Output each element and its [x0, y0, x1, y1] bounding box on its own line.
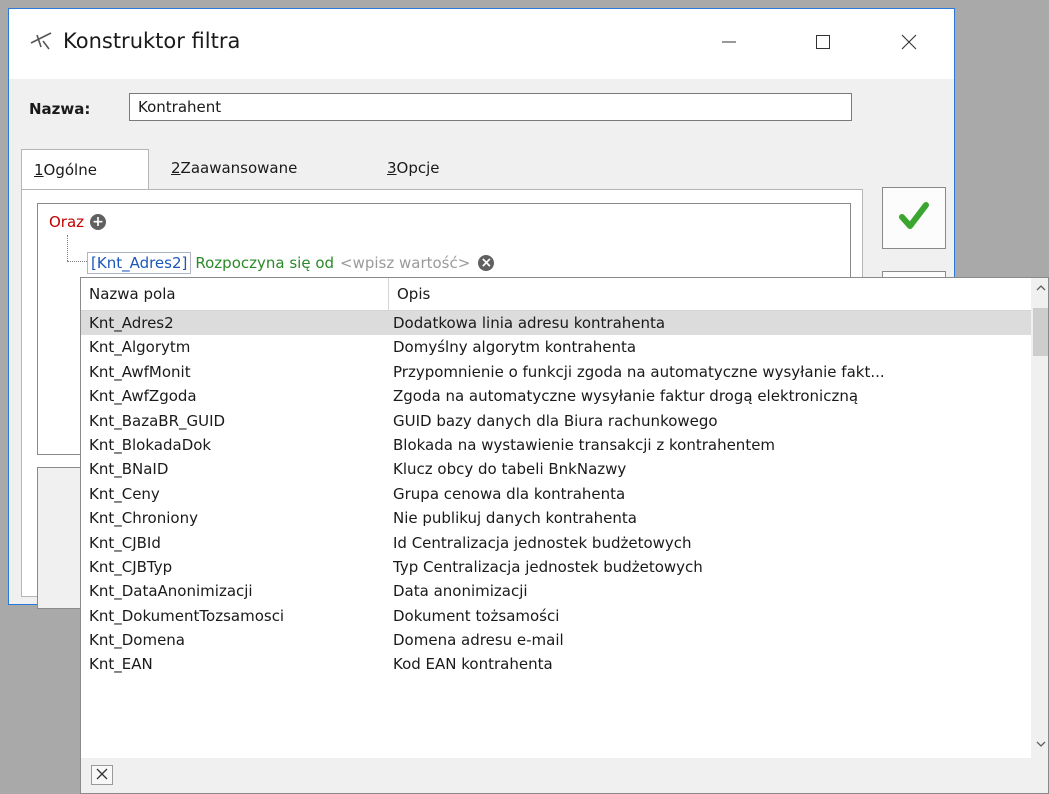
condition-value-placeholder[interactable]: <wpisz wartość>	[340, 254, 470, 272]
field-list-row[interactable]: Knt_BazaBR_GUID GUID bazy danych dla Biur…	[81, 409, 1031, 433]
field-list-row[interactable]: Knt_AwfZgoda Zgoda na automatyczne wysyła…	[81, 384, 1031, 408]
field-list-row[interactable]: Knt_CJBTyp Typ Centralizacja jednostek bu…	[81, 555, 1031, 579]
root-operator[interactable]: Oraz	[49, 213, 84, 231]
tab-options[interactable]: 3 Opcje	[375, 149, 485, 187]
window-title: Konstruktor filtra	[63, 29, 241, 53]
field-list: Knt_Adres2 Dodatkowa linia adresu kontrah…	[81, 311, 1031, 677]
field-name-cell: Knt_BazaBR_GUID	[89, 411, 226, 430]
name-label: Nazwa:	[29, 100, 91, 118]
field-description-cell: Blokada na wystawienie transakcji z kont…	[393, 435, 776, 454]
tree-connector-branch	[67, 261, 87, 263]
field-list-row[interactable]: Knt_BNaID Klucz obcy do tabeli BnkNazwy	[81, 457, 1031, 481]
tab-options-label: Opcje	[396, 159, 440, 177]
popup-footer	[81, 758, 1048, 793]
field-name-cell: Knt_Chroniony	[89, 509, 198, 528]
tab-advanced[interactable]: 2 Zaawansowane	[159, 149, 349, 187]
field-list-row[interactable]: Knt_DokumentTozsamosci Dokument tożsamośc…	[81, 604, 1031, 628]
field-list-row[interactable]: Knt_Algorytm Domyślny algorytm kontrahent…	[81, 335, 1031, 359]
vertical-scrollbar[interactable]	[1031, 278, 1048, 758]
tab-general-label: Ogólne	[43, 161, 97, 179]
field-list-row[interactable]: Knt_Ceny Grupa cenowa dla kontrahenta	[81, 482, 1031, 506]
ok-button[interactable]	[882, 187, 946, 249]
field-list-row[interactable]: Knt_Domena Domena adresu e-mail	[81, 628, 1031, 652]
name-input[interactable]	[129, 93, 852, 121]
field-list-row[interactable]: Knt_AwfMonit Przypomnienie o funkcji zgod…	[81, 360, 1031, 384]
field-description-cell: Data anonimizacji	[393, 582, 528, 601]
field-name-cell: Knt_AwfZgoda	[89, 387, 197, 406]
tab-general[interactable]: 1 Ogólne	[21, 149, 149, 190]
tab-advanced-key: 2	[171, 159, 181, 177]
field-description-cell: Domyślny algorytm kontrahenta	[393, 338, 637, 357]
field-list-row[interactable]: Knt_Chroniony Nie publikuj danych kontrah…	[81, 506, 1031, 530]
close-popup-button[interactable]	[91, 765, 113, 785]
close-icon	[96, 766, 108, 784]
tab-general-key: 1	[34, 161, 44, 179]
field-name-cell: Knt_AwfMonit	[89, 362, 191, 381]
field-name-cell: Knt_Algorytm	[89, 338, 191, 357]
scrollbar-thumb[interactable]	[1033, 308, 1048, 356]
column-header-description[interactable]: Opis	[389, 278, 1031, 310]
field-name-cell: Knt_DokumentTozsamosci	[89, 606, 285, 625]
condition-field[interactable]: [Knt_Adres2]	[87, 252, 192, 274]
field-description-cell: Przypomnienie o funkcji zgoda na automat…	[393, 362, 885, 381]
tree-connector	[67, 235, 69, 261]
field-description-cell: Typ Centralizacja jednostek budżetowych	[393, 557, 703, 576]
title-bar[interactable]: Konstruktor filtra	[9, 9, 954, 79]
field-name-cell: Knt_BNaID	[89, 460, 169, 479]
scroll-down-icon[interactable]	[1031, 736, 1048, 754]
scroll-up-icon[interactable]	[1031, 280, 1048, 298]
checkmark-icon	[897, 199, 931, 237]
field-list-header: Nazwa pola Opis	[81, 278, 1031, 311]
field-name-cell: Knt_CJBTyp	[89, 557, 173, 576]
screen: Konstruktor filtra Nazwa: 1 Ogólne 2 Zaa…	[0, 0, 1049, 794]
field-name-cell: Knt_Adres2	[89, 314, 174, 332]
tab-advanced-label: Zaawansowane	[180, 159, 298, 177]
field-list-row[interactable]: Knt_CJBId Id Centralizacja jednostek budż…	[81, 531, 1031, 555]
field-list-row[interactable]: Knt_BlokadaDok Blokada na wystawienie tra…	[81, 433, 1031, 457]
field-name-cell: Knt_DataAnonimizacji	[89, 582, 253, 601]
field-description-cell: GUID bazy danych dla Biura rachunkowego	[393, 411, 718, 430]
field-name-cell: Knt_Domena	[89, 631, 185, 650]
field-description-cell: Domena adresu e-mail	[393, 631, 564, 650]
condition-row: [Knt_Adres2] Rozpoczyna się od <wpisz wa…	[87, 251, 495, 275]
remove-condition-icon[interactable]: ×	[478, 255, 495, 271]
field-description-cell: Id Centralizacja jednostek budżetowych	[393, 533, 692, 552]
field-picker-popup: Nazwa pola Opis Knt_Adres2 Dodatkowa lini…	[80, 277, 1049, 794]
tree-root-node[interactable]: Oraz +	[49, 213, 107, 231]
field-description-cell: Grupa cenowa dla kontrahenta	[393, 484, 626, 503]
minimize-icon[interactable]	[709, 27, 749, 57]
condition-operator[interactable]: Rozpoczyna się od	[195, 254, 334, 272]
field-description-cell: Klucz obcy do tabeli BnkNazwy	[393, 460, 627, 479]
field-name-cell: Knt_Ceny	[89, 484, 160, 503]
filter-tool-icon	[29, 29, 53, 53]
field-list-row[interactable]: Knt_Adres2 Dodatkowa linia adresu kontrah…	[81, 311, 1031, 336]
add-condition-icon[interactable]: +	[90, 214, 107, 230]
maximize-icon[interactable]	[803, 27, 843, 57]
close-icon[interactable]	[889, 27, 929, 57]
field-description-cell: Zgoda na automatyczne wysyłanie faktur d…	[393, 387, 859, 406]
field-name-cell: Knt_CJBId	[89, 533, 161, 552]
field-description-cell: Kod EAN kontrahenta	[393, 655, 553, 674]
column-header-name[interactable]: Nazwa pola	[81, 278, 389, 310]
field-description-cell: Dodatkowa linia adresu kontrahenta	[393, 314, 666, 332]
field-description-cell: Nie publikuj danych kontrahenta	[393, 509, 637, 528]
field-name-cell: Knt_EAN	[89, 655, 153, 674]
field-description-cell: Dokument tożsamości	[393, 606, 560, 625]
field-name-cell: Knt_BlokadaDok	[89, 435, 212, 454]
field-list-row[interactable]: Knt_DataAnonimizacji Data anonimizacji	[81, 579, 1031, 603]
field-list-row[interactable]: Knt_EAN Kod EAN kontrahenta	[81, 652, 1031, 676]
tab-options-key: 3	[387, 159, 397, 177]
